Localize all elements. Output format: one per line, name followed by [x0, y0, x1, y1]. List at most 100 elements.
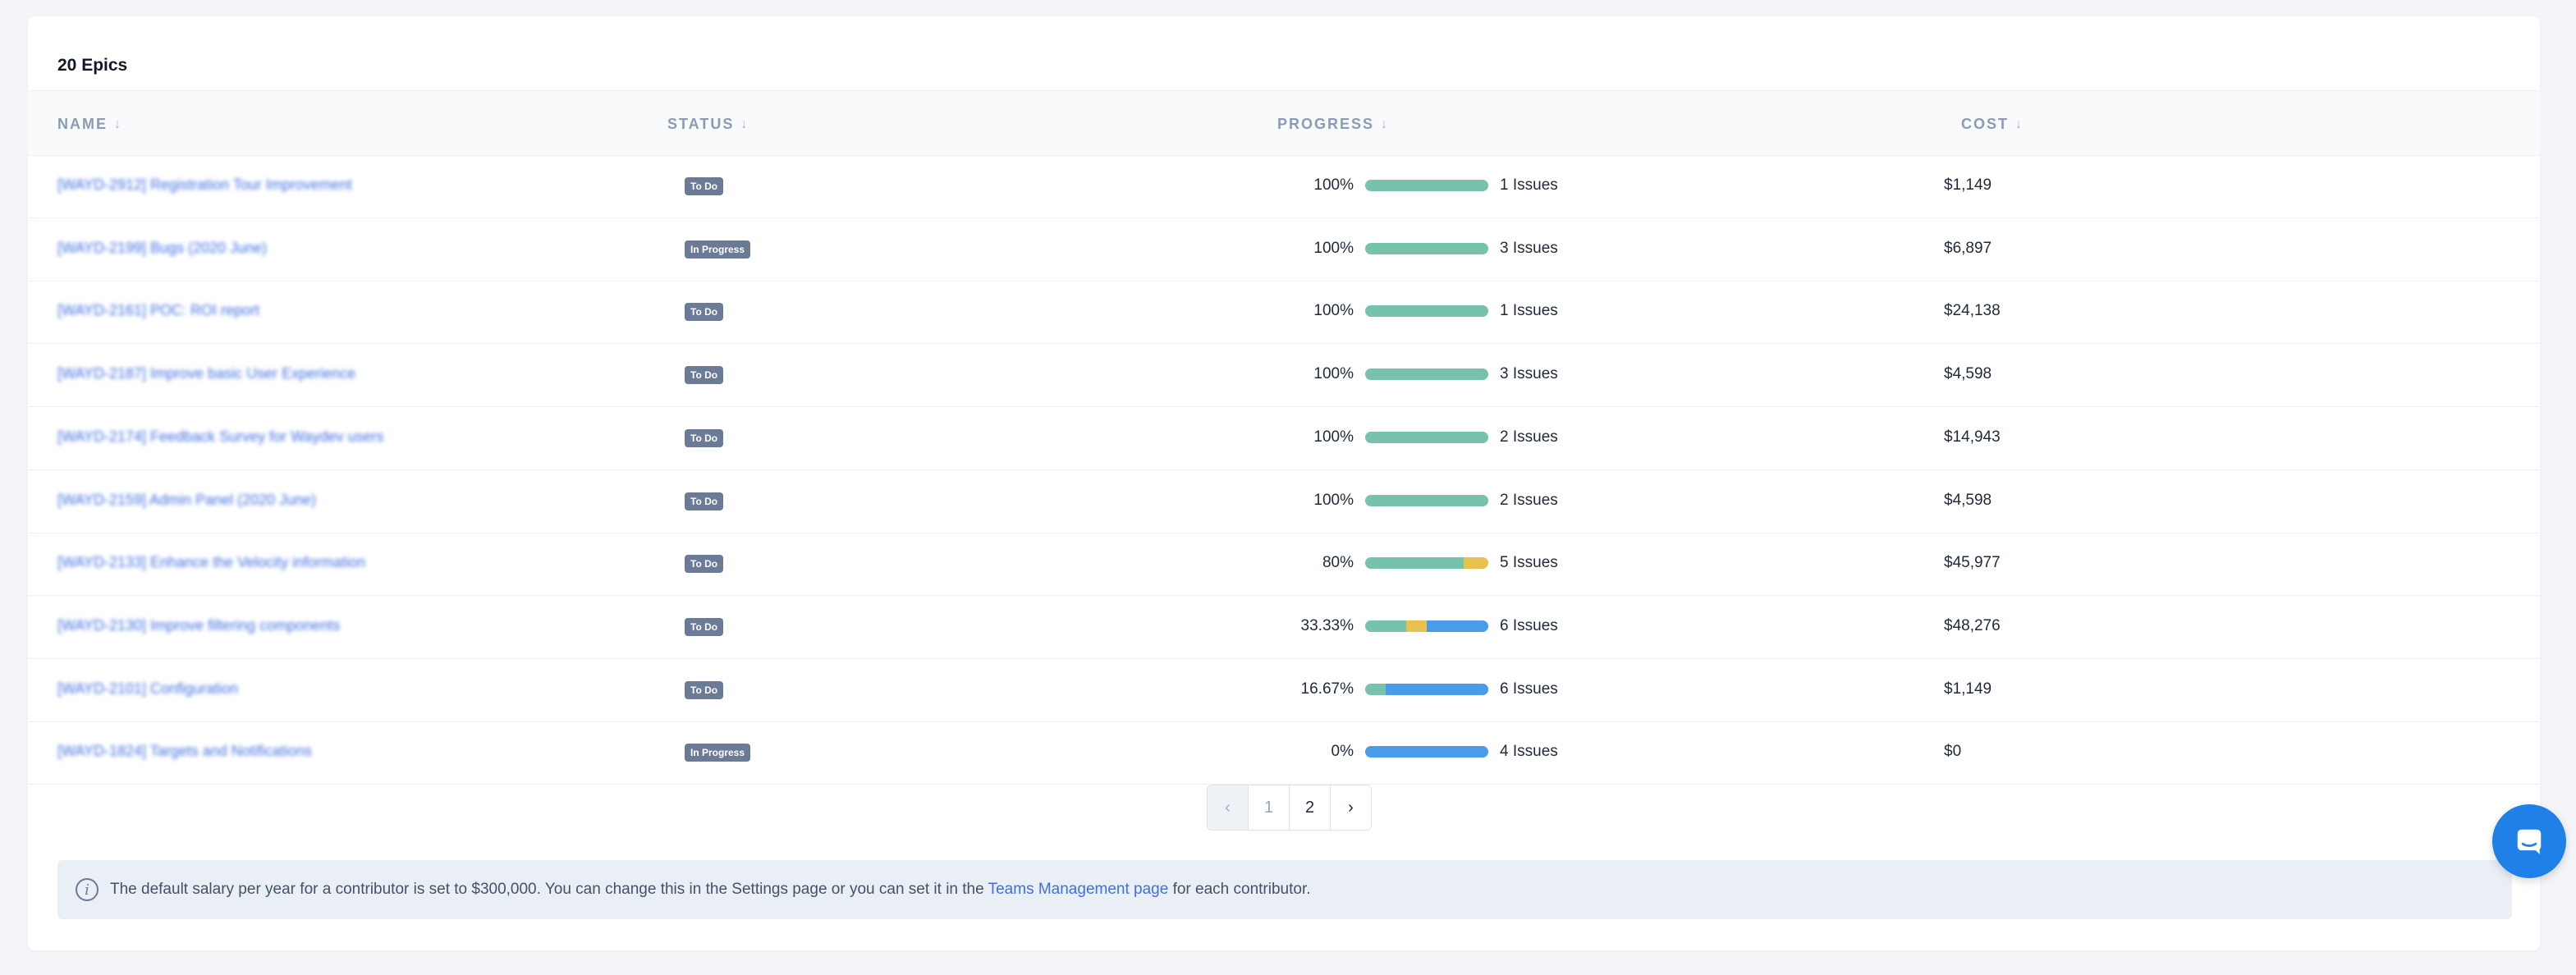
- progress-done-segment: [1365, 431, 1488, 443]
- issues-count[interactable]: 4 Issues: [1500, 743, 1558, 761]
- status-badge: To Do: [685, 303, 724, 322]
- epic-name-link[interactable]: [WAYD-2159] Admin Panel (2020 June): [57, 492, 316, 509]
- issues-count[interactable]: 2 Issues: [1500, 492, 1558, 510]
- progress-bar: [1365, 494, 1488, 506]
- progress-bar: [1365, 180, 1488, 191]
- progress-percent: 80%: [1322, 554, 1354, 572]
- table-row: [WAYD-2199] Bugs (2020 June) In Progress 1…: [28, 218, 2540, 282]
- progress-percent: 33.33%: [1300, 616, 1354, 634]
- table-row: [WAYD-2101] Configuration To Do 16.67% 6 Is…: [28, 659, 2540, 722]
- issues-count[interactable]: 6 Issues: [1500, 617, 1558, 635]
- chat-icon: [2517, 829, 2542, 854]
- epic-name-link[interactable]: [WAYD-2130] Improve filtering components: [57, 617, 340, 634]
- cost-value: $0: [1944, 743, 1962, 761]
- teams-management-link[interactable]: Teams Management page: [988, 881, 1169, 898]
- status-badge: In Progress: [685, 744, 751, 762]
- prev-page-button[interactable]: ‹: [1208, 785, 1249, 830]
- progress-bar: [1365, 620, 1488, 632]
- issues-count[interactable]: 3 Issues: [1500, 365, 1558, 383]
- issues-count[interactable]: 1 Issues: [1500, 176, 1558, 195]
- issues-count[interactable]: 6 Issues: [1500, 680, 1558, 698]
- pagination: ‹ 1 2 ›: [1207, 785, 1372, 831]
- issues-count[interactable]: 5 Issues: [1500, 554, 1558, 572]
- page-2-button[interactable]: 2: [1290, 785, 1331, 830]
- cost-value: $4,598: [1944, 365, 1992, 383]
- table-row: [WAYD-2174] Feedback Survey for Waydev u…: [28, 407, 2540, 470]
- sort-arrow-icon: ↓: [2015, 117, 2023, 131]
- cost-value: $14,943: [1944, 428, 2001, 446]
- progress-done-segment: [1365, 180, 1488, 191]
- table-row: [WAYD-2159] Admin Panel (2020 June) To Do…: [28, 470, 2540, 533]
- progress-cell: 80% 5 Issues: [1322, 554, 1558, 572]
- progress-bar: [1365, 305, 1488, 318]
- status-badge: In Progress: [685, 240, 751, 259]
- progress-done-segment: [1365, 620, 1406, 632]
- epics-count-title: 20 Epics: [57, 56, 128, 75]
- column-header-name[interactable]: NAME ↓: [57, 116, 121, 133]
- progress-done-segment: [1365, 368, 1488, 381]
- epic-name-link[interactable]: [WAYD-1824] Targets and Notifications: [57, 743, 312, 760]
- table-row: [WAYD-2133] Enhance the Velocity informa…: [28, 533, 2540, 597]
- progress-percent: 100%: [1313, 428, 1354, 446]
- epic-name-link[interactable]: [WAYD-2187] Improve basic User Experienc…: [57, 365, 355, 382]
- cost-value: $6,897: [1944, 239, 1992, 257]
- table-row: [WAYD-1824] Targets and Notifications In …: [28, 721, 2540, 785]
- info-icon: i: [76, 878, 99, 901]
- epic-name-link[interactable]: [WAYD-2161] POC: ROI report: [57, 302, 259, 319]
- status-badge: To Do: [685, 428, 724, 447]
- status-badge: To Do: [685, 555, 724, 574]
- table-row: [WAYD-2912] Registration Tour Improvemen…: [28, 155, 2540, 218]
- cost-value: $1,149: [1944, 680, 1992, 698]
- progress-cell: 100% 3 Issues: [1313, 365, 1557, 383]
- table-row: [WAYD-2161] POC: ROI report To Do 100% 1 Is…: [28, 281, 2540, 345]
- epic-name-link[interactable]: [WAYD-2199] Bugs (2020 June): [57, 240, 267, 257]
- column-header-status[interactable]: STATUS ↓: [667, 116, 747, 133]
- column-header-progress[interactable]: PROGRESS ↓: [1277, 116, 1387, 133]
- progress-bar: [1365, 746, 1488, 758]
- next-page-button[interactable]: ›: [1331, 785, 1371, 830]
- page-1-button[interactable]: 1: [1249, 785, 1290, 830]
- progress-percent: 100%: [1313, 176, 1354, 194]
- status-badge: To Do: [685, 492, 724, 510]
- cost-value: $48,276: [1944, 616, 2001, 634]
- column-header-cost[interactable]: COST ↓: [1961, 116, 2022, 133]
- progress-done-segment: [1365, 494, 1488, 506]
- progress-cell: 100% 3 Issues: [1313, 240, 1557, 258]
- table-row: [WAYD-2130] Improve filtering components…: [28, 596, 2540, 659]
- progress-todo-segment: [1386, 683, 1488, 695]
- progress-todo-segment: [1365, 746, 1488, 758]
- sort-arrow-icon: ↓: [740, 117, 748, 131]
- issues-count[interactable]: 2 Issues: [1500, 428, 1558, 446]
- progress-done-segment: [1365, 242, 1488, 254]
- epic-name-link[interactable]: [WAYD-2133] Enhance the Velocity informa…: [57, 554, 365, 571]
- epics-card: 20 Epics NAME ↓ STATUS ↓ PROGRESS ↓ COST…: [28, 16, 2540, 950]
- progress-percent: 16.67%: [1300, 680, 1354, 698]
- progress-percent: 100%: [1313, 365, 1354, 383]
- salary-info-banner: i The default salary per year for a cont…: [57, 860, 2512, 919]
- progress-percent: 100%: [1313, 491, 1354, 509]
- progress-done-segment: [1365, 557, 1464, 570]
- progress-cell: 100% 1 Issues: [1313, 176, 1557, 195]
- table-header: NAME ↓ STATUS ↓ PROGRESS ↓ COST ↓: [28, 90, 2540, 156]
- progress-done-segment: [1365, 305, 1488, 318]
- progress-bar: [1365, 557, 1488, 570]
- progress-done-segment: [1365, 683, 1386, 695]
- epic-name-link[interactable]: [WAYD-2912] Registration Tour Improvemen…: [57, 176, 352, 194]
- cost-value: $1,149: [1944, 176, 1992, 194]
- chat-button[interactable]: [2492, 804, 2566, 878]
- epic-name-link[interactable]: [WAYD-2174] Feedback Survey for Waydev u…: [57, 428, 384, 446]
- issues-count[interactable]: 1 Issues: [1500, 302, 1558, 320]
- progress-todo-segment: [1426, 620, 1488, 632]
- progress-cell: 0% 4 Issues: [1332, 743, 1558, 761]
- progress-cell: 100% 2 Issues: [1313, 492, 1557, 510]
- cost-value: $4,598: [1944, 491, 1992, 509]
- progress-percent: 0%: [1331, 743, 1354, 761]
- cost-value: $45,977: [1944, 554, 2001, 572]
- epic-name-link[interactable]: [WAYD-2101] Configuration: [57, 680, 238, 698]
- issues-count[interactable]: 3 Issues: [1500, 240, 1558, 258]
- progress-bar: [1365, 242, 1488, 254]
- table-row: [WAYD-2187] Improve basic User Experienc…: [28, 344, 2540, 408]
- progress-cell: 16.67% 6 Issues: [1301, 680, 1558, 698]
- progress-cell: 100% 1 Issues: [1313, 302, 1557, 320]
- status-badge: To Do: [685, 617, 724, 636]
